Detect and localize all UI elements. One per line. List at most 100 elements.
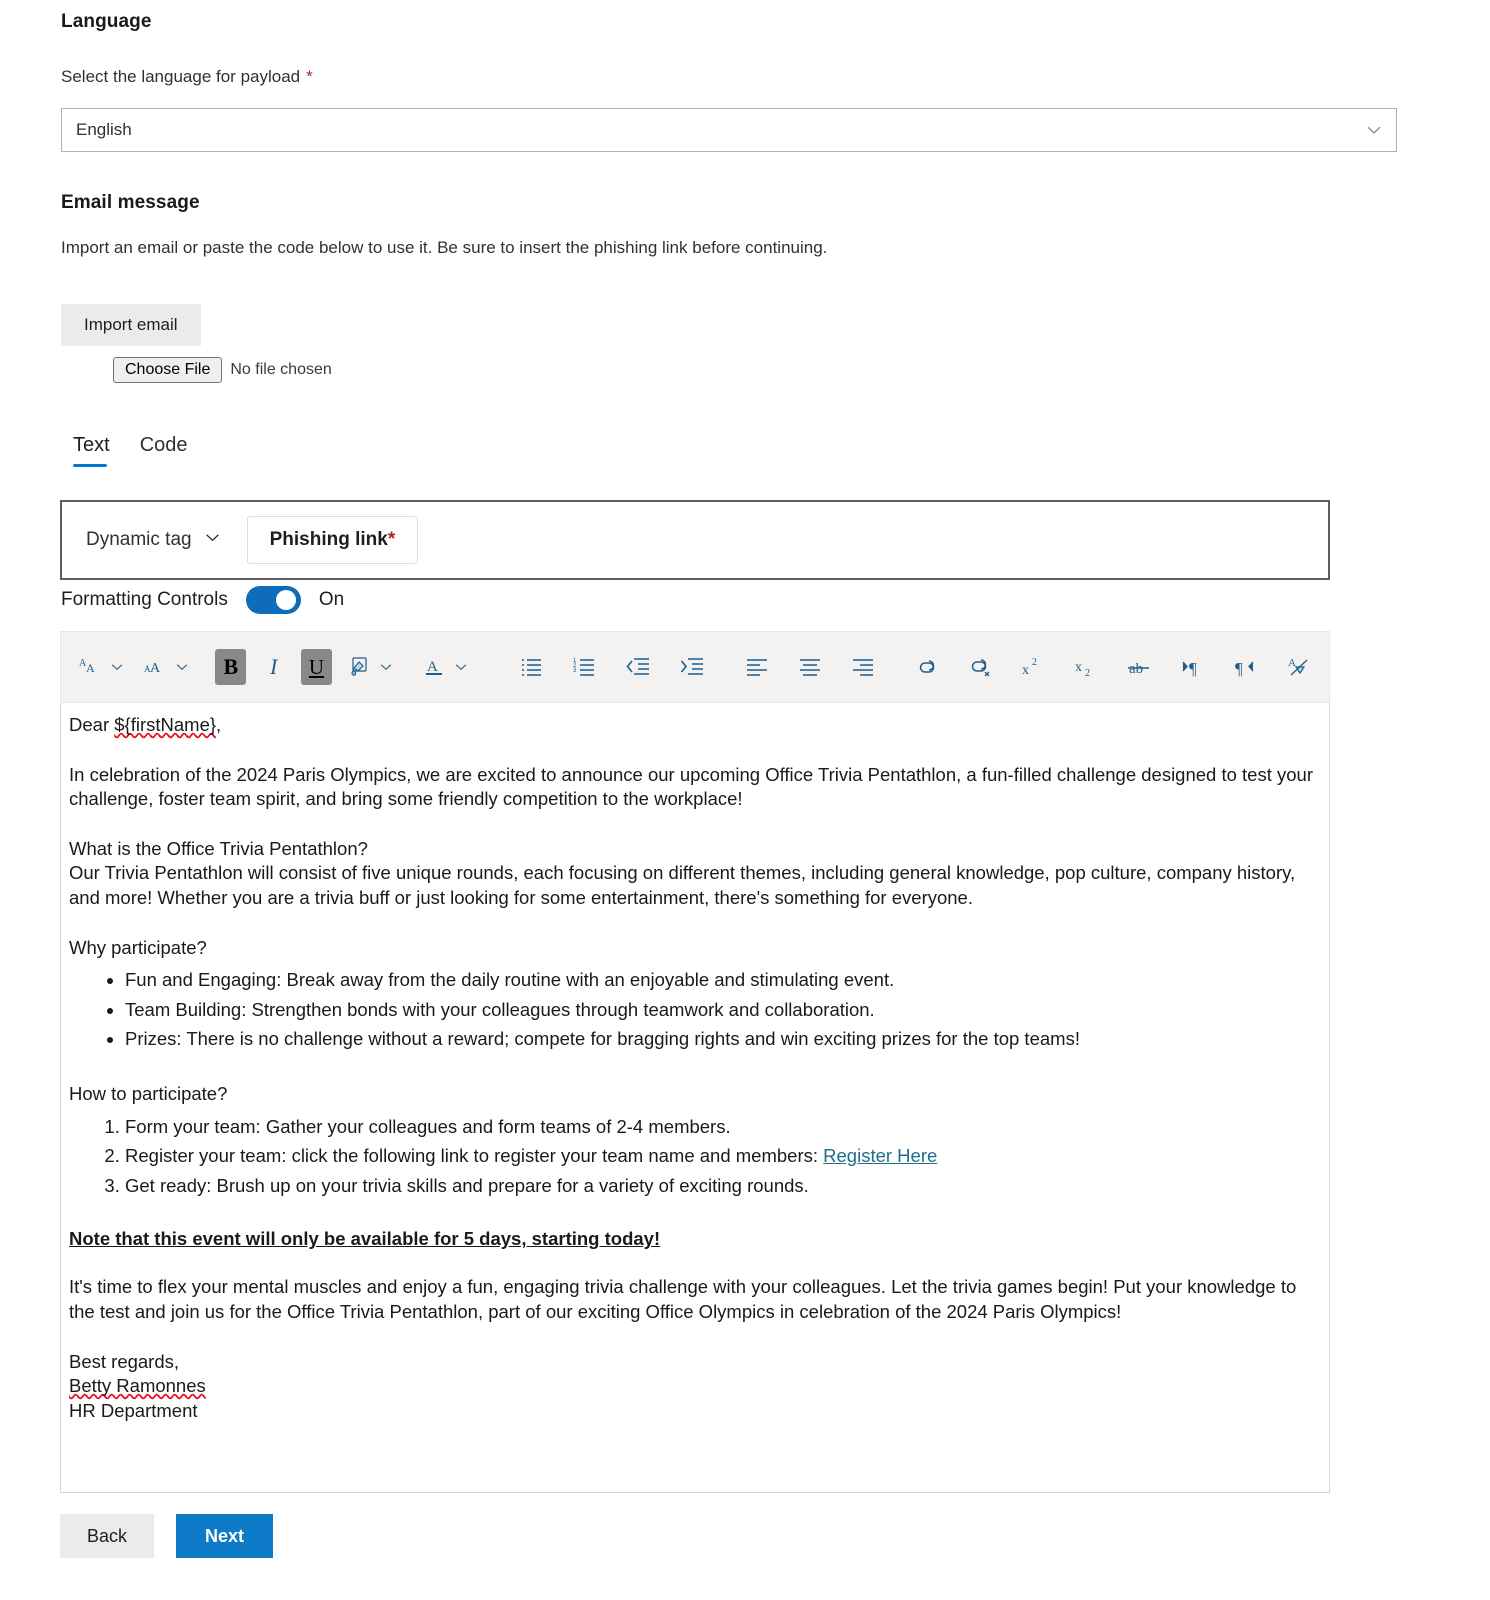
- body-why-heading: Why participate?: [69, 936, 207, 958]
- underline-icon[interactable]: U: [301, 649, 332, 685]
- greeting-suffix: ,: [216, 714, 222, 735]
- align-left-icon[interactable]: [741, 649, 772, 685]
- formatting-controls-label: Formatting Controls: [61, 589, 228, 610]
- email-message-heading: Email message: [61, 192, 200, 213]
- email-message-description: Import an email or paste the code below …: [61, 238, 828, 257]
- svg-text:¶: ¶: [1235, 659, 1243, 678]
- list-item: Team Building: Strengthen bonds with you…: [125, 998, 1313, 1023]
- increase-indent-icon[interactable]: [676, 649, 707, 685]
- remove-link-icon[interactable]: [966, 649, 997, 685]
- svg-text:¶: ¶: [1189, 659, 1197, 678]
- list-item: Form your team: Gather your colleagues a…: [125, 1115, 1313, 1140]
- back-button[interactable]: Back: [60, 1514, 155, 1558]
- increase-font-size-chevron-down-icon[interactable]: [171, 649, 193, 685]
- choose-file-button[interactable]: Choose File: [113, 357, 223, 383]
- font-color-icon[interactable]: A: [419, 649, 450, 685]
- decrease-font-size-chevron-down-icon[interactable]: [106, 649, 128, 685]
- body-how-heading: How to participate?: [69, 1082, 228, 1104]
- superscript-icon[interactable]: x2: [1019, 649, 1050, 685]
- svg-text:A: A: [86, 661, 95, 675]
- decrease-indent-icon[interactable]: [623, 649, 654, 685]
- numbered-list-icon[interactable]: 1 2 3: [570, 649, 601, 685]
- svg-text:ab: ab: [1129, 661, 1143, 677]
- body-greeting: Dear ${firstName},: [69, 713, 1313, 738]
- formatting-controls-row: Formatting Controls On: [61, 586, 344, 614]
- chevron-down-icon[interactable]: [204, 529, 221, 552]
- formatting-toolbar: AA AA B I U A 1 2 3 x 2 x 2 ab ¶ ¶ A: [60, 631, 1330, 703]
- file-input-row[interactable]: Choose File No file chosen: [113, 357, 332, 383]
- language-field-label-row: Select the language for payload *: [61, 67, 313, 87]
- body-closing-paragraph: It's time to flex your mental muscles an…: [69, 1276, 1297, 1322]
- svg-text:A: A: [427, 659, 438, 675]
- greeting-variable: ${firstName}: [114, 714, 217, 735]
- clear-formatting-icon[interactable]: A: [1284, 649, 1315, 685]
- body-signer-dept: HR Department: [69, 1399, 198, 1421]
- list-item: Prizes: There is no challenge without a …: [125, 1027, 1313, 1052]
- svg-text:2: 2: [1085, 668, 1090, 678]
- list-item: Fun and Engaging: Break away from the da…: [125, 968, 1313, 993]
- strikethrough-icon[interactable]: ab: [1125, 649, 1156, 685]
- svg-text:A: A: [150, 661, 161, 676]
- language-field-label: Select the language for payload: [61, 67, 301, 86]
- body-how-numbered-list: Form your team: Gather your colleagues a…: [69, 1115, 1313, 1199]
- bulleted-list-icon[interactable]: [517, 649, 548, 685]
- svg-text:x: x: [1075, 660, 1082, 675]
- list-item-text: Register your team: click the following …: [125, 1145, 824, 1167]
- decrease-font-size-icon[interactable]: AA: [75, 649, 106, 685]
- formatting-controls-toggle[interactable]: [245, 586, 301, 614]
- dynamic-tag-label: Dynamic tag: [86, 529, 192, 550]
- import-email-button[interactable]: Import email: [61, 304, 201, 346]
- formatting-controls-state: On: [318, 589, 345, 610]
- language-selected-value: English: [76, 120, 132, 139]
- dynamic-tag-dropdown[interactable]: Dynamic tag: [86, 529, 235, 552]
- increase-font-size-icon[interactable]: AA: [140, 649, 171, 685]
- italic-glyph: I: [270, 654, 278, 679]
- chevron-down-icon[interactable]: [1366, 122, 1382, 138]
- body-why-bullet-list: Fun and Engaging: Break away from the da…: [69, 968, 1313, 1052]
- phishing-link-button[interactable]: Phishing link*: [246, 516, 419, 564]
- body-what-heading: What is the Office Trivia Pentathlon?: [69, 837, 368, 859]
- phishing-link-asterisk: *: [387, 529, 396, 550]
- email-body-editor[interactable]: Dear ${firstName}, In celebration of the…: [60, 703, 1330, 1493]
- font-color-chevron-down-icon[interactable]: [450, 649, 472, 685]
- align-right-icon[interactable]: [847, 649, 878, 685]
- highlight-color-icon[interactable]: [344, 649, 375, 685]
- editor-tabs: Text Code: [73, 434, 188, 467]
- tab-text[interactable]: Text: [73, 434, 110, 467]
- rich-text-editor: AA AA B I U A 1 2 3 x 2 x 2 ab ¶ ¶ A Dea…: [60, 631, 1330, 1493]
- svg-text:x: x: [1022, 663, 1029, 678]
- body-signoff: Best regards,: [69, 1350, 180, 1372]
- required-asterisk: *: [306, 67, 313, 86]
- toggle-knob: [275, 590, 296, 610]
- insert-link-icon[interactable]: [912, 649, 943, 685]
- ltr-direction-icon[interactable]: ¶: [1178, 649, 1209, 685]
- svg-text:2: 2: [1032, 657, 1037, 668]
- wizard-footer: Back Next: [60, 1514, 274, 1558]
- no-file-chosen-label: No file chosen: [230, 361, 332, 378]
- list-item: Get ready: Brush up on your trivia skill…: [125, 1174, 1313, 1199]
- signer-name-text: Betty Ramonnes: [69, 1375, 206, 1397]
- dynamic-tag-bar: Dynamic tag Phishing link*: [60, 500, 1330, 580]
- register-here-link[interactable]: Register Here: [823, 1145, 937, 1166]
- language-select[interactable]: English: [61, 108, 1397, 152]
- svg-text:3: 3: [573, 668, 577, 674]
- highlight-color-chevron-down-icon[interactable]: [375, 649, 397, 685]
- list-item: Register your team: click the following …: [125, 1144, 1313, 1169]
- body-intro-paragraph: In celebration of the 2024 Paris Olympic…: [69, 763, 1313, 810]
- italic-icon[interactable]: I: [258, 649, 289, 685]
- subscript-icon[interactable]: x2: [1072, 649, 1103, 685]
- bold-glyph: B: [223, 654, 239, 679]
- align-center-icon[interactable]: [794, 649, 825, 685]
- rtl-direction-icon[interactable]: ¶: [1231, 649, 1262, 685]
- greeting-prefix: Dear: [69, 714, 115, 735]
- tab-code[interactable]: Code: [140, 434, 188, 467]
- underline-glyph: U: [308, 654, 325, 679]
- body-what-paragraph: Our Trivia Pentathlon will consist of fi…: [69, 862, 1296, 908]
- next-button[interactable]: Next: [176, 1514, 274, 1558]
- svg-text:A: A: [1288, 657, 1296, 669]
- language-heading: Language: [61, 11, 152, 32]
- body-signer-name: Betty Ramonnes: [69, 1374, 1313, 1399]
- body-note: Note that this event will only be availa…: [69, 1228, 661, 1250]
- bold-icon[interactable]: B: [215, 649, 247, 685]
- phishing-link-label: Phishing link: [269, 529, 388, 550]
